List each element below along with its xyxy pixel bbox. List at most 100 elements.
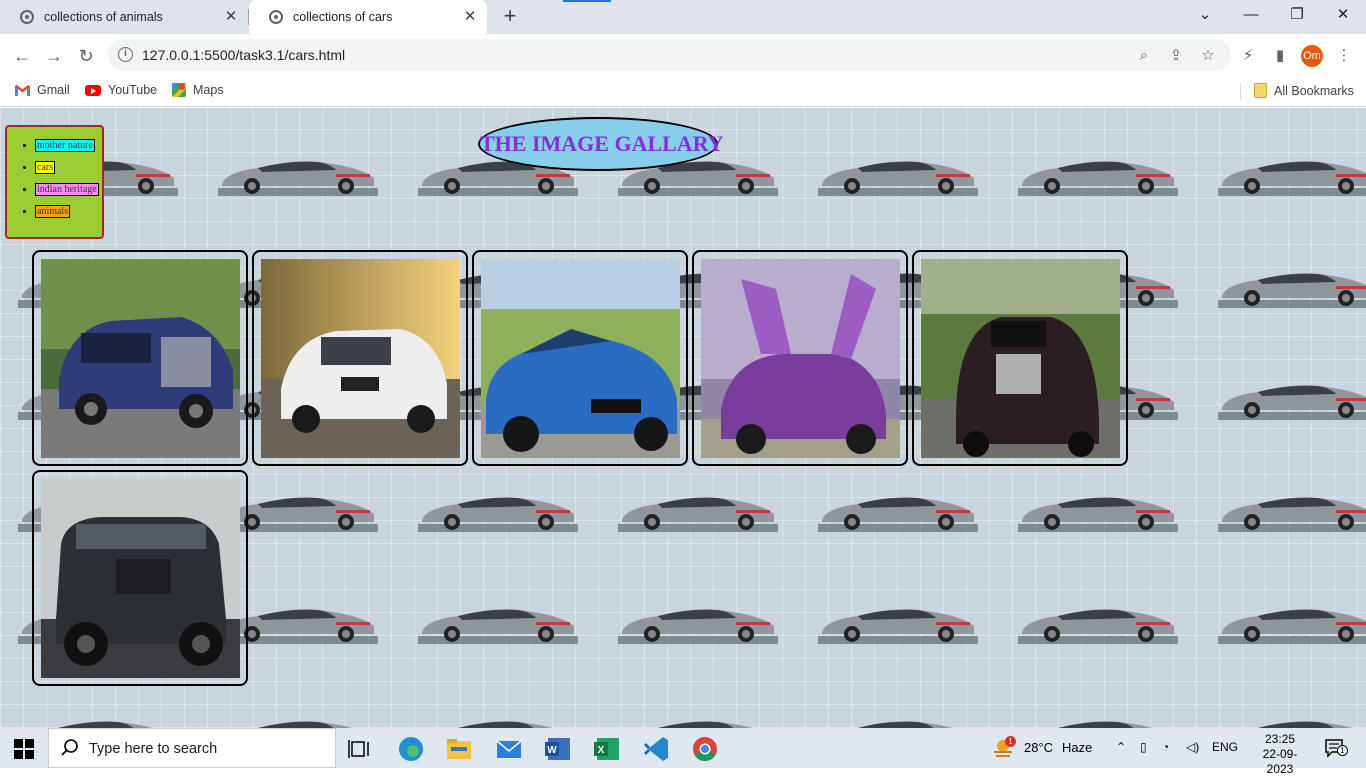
share-icon[interactable]: ⇪ (1166, 46, 1186, 66)
site-info-icon[interactable]: i (118, 47, 133, 62)
background-car-tile (218, 154, 378, 196)
all-bookmarks-folder[interactable]: All Bookmarks (1254, 83, 1354, 98)
weather-temp[interactable]: 28°C (1024, 740, 1053, 755)
nav-item-cars: cars (35, 157, 102, 179)
nav-link-indian-heritage[interactable]: indian heritage (35, 183, 99, 196)
address-bar[interactable]: i 127.0.0.1:5500/task3.1/cars.html ⌕ ⇪ ☆ (108, 39, 1231, 71)
word-icon[interactable]: W (538, 732, 578, 766)
weather-condition[interactable]: Haze (1062, 740, 1092, 755)
youtube-icon (85, 84, 101, 96)
file-explorer-icon[interactable] (439, 732, 479, 766)
language-indicator[interactable]: ENG (1212, 740, 1238, 754)
tab-collections-of-cars[interactable]: collections of cars ✕ (249, 0, 487, 34)
svg-text:X: X (598, 745, 605, 756)
background-car-tile (1218, 378, 1366, 420)
tab-strip: collections of animals ✕ collections of … (0, 0, 1366, 34)
nav-item-mother-nature: mother nature (35, 135, 102, 157)
tray-device-icon[interactable]: ▯ (1140, 740, 1147, 754)
gallery-card[interactable] (692, 250, 908, 466)
vscode-icon[interactable] (636, 732, 676, 766)
taskbar-search-box[interactable]: Type here to search (48, 728, 336, 768)
folder-icon (1254, 83, 1267, 98)
tray-chevron-up-icon[interactable]: ⌃ (1116, 740, 1126, 754)
background-car-tile (818, 714, 978, 728)
bookmark-maps[interactable]: Maps (172, 83, 224, 97)
car-photo[interactable] (41, 479, 240, 678)
windows-taskbar: Type here to search W X 1 28°C Haze ⌃ ▯ … (0, 728, 1366, 776)
car-photo[interactable] (481, 259, 680, 458)
all-bookmarks-label: All Bookmarks (1274, 83, 1354, 98)
volume-icon[interactable]: ◁) (1186, 740, 1199, 754)
background-car-tile (1218, 266, 1366, 308)
page-title: THE IMAGE GALLARY (478, 117, 724, 171)
mail-icon[interactable] (489, 732, 529, 766)
close-window-button[interactable]: ✕ (1320, 0, 1366, 30)
background-car-tile (618, 602, 778, 644)
globe-icon (20, 10, 34, 24)
back-button[interactable]: ← (9, 43, 35, 69)
zoom-icon[interactable]: ⌕ (1134, 46, 1154, 66)
background-car-tile (1018, 714, 1178, 728)
search-placeholder: Type here to search (89, 741, 218, 757)
task-view-icon[interactable] (341, 732, 381, 766)
car-photo[interactable] (921, 259, 1120, 458)
gallery-card[interactable] (912, 250, 1128, 466)
tab-collections-of-animals[interactable]: collections of animals ✕ (0, 0, 248, 34)
edge-icon[interactable] (391, 732, 431, 766)
notification-badge: 1 (1337, 745, 1348, 756)
nav-link-mother-nature[interactable]: mother nature (35, 139, 95, 152)
close-tab-icon[interactable]: ✕ (222, 8, 240, 26)
background-car-tile (418, 714, 578, 728)
background-car-tile (618, 490, 778, 532)
gallery-card[interactable] (252, 250, 468, 466)
chevron-down-icon[interactable]: ⌄ (1182, 0, 1228, 30)
car-photo[interactable] (41, 259, 240, 458)
bookmark-label: Gmail (37, 83, 70, 97)
network-icon[interactable]: ◔ (1162, 740, 1169, 754)
background-car-tile (1018, 154, 1178, 196)
bookmark-youtube[interactable]: YouTube (85, 83, 157, 97)
car-photo[interactable] (261, 259, 460, 458)
minimize-button[interactable]: — (1228, 0, 1274, 30)
chrome-icon[interactable] (685, 732, 725, 766)
tab-title: collections of cars (293, 10, 393, 24)
tab-search-indicator (563, 0, 611, 2)
nav-link-animals[interactable]: animals (35, 205, 71, 218)
bookmark-gmail[interactable]: Gmail (15, 83, 70, 97)
gallery-card[interactable] (472, 250, 688, 466)
windows-start-icon[interactable] (14, 739, 34, 759)
bookmark-label: Maps (193, 83, 224, 97)
clock-time: 23:25 (1264, 732, 1296, 746)
nav-link-cars[interactable]: cars (35, 161, 56, 174)
background-car-tile (418, 490, 578, 532)
extensions-icon[interactable]: ⚡ (1237, 45, 1259, 67)
close-tab-icon[interactable]: ✕ (461, 8, 479, 26)
background-car-tile (1218, 714, 1366, 728)
weather-badge: 1 (1005, 736, 1016, 747)
background-car-tile (818, 490, 978, 532)
car-photo[interactable] (701, 259, 900, 458)
menu-kebab-icon[interactable]: ⋮ (1333, 45, 1355, 67)
new-tab-button[interactable]: + (498, 5, 522, 29)
side-panel-icon[interactable]: ▮ (1269, 45, 1291, 67)
reload-button[interactable]: ↻ (73, 43, 99, 69)
forward-button[interactable]: → (41, 43, 67, 69)
clock[interactable]: 23:25 22-09-2023 (1250, 732, 1310, 777)
excel-icon[interactable]: X (587, 732, 627, 766)
background-car-tile (1018, 602, 1178, 644)
background-car-tile (1218, 154, 1366, 196)
bookmark-star-icon[interactable]: ☆ (1198, 46, 1218, 66)
bookmarks-bar: Gmail YouTube Maps All Bookmarks (0, 76, 1366, 107)
search-icon (61, 739, 78, 756)
bookmarks-divider (1240, 83, 1241, 100)
gallery-card[interactable] (32, 470, 248, 686)
background-car-tile (1218, 490, 1366, 532)
profile-avatar[interactable]: Om (1301, 45, 1323, 67)
gmail-icon (15, 84, 30, 96)
background-car-tile (18, 714, 178, 728)
page-viewport: mother nature cars indian heritage anima… (0, 108, 1366, 728)
background-car-tile (1218, 602, 1366, 644)
restore-button[interactable]: ❐ (1274, 0, 1320, 30)
gallery-card[interactable] (32, 250, 248, 466)
url-text[interactable]: 127.0.0.1:5500/task3.1/cars.html (142, 47, 345, 63)
